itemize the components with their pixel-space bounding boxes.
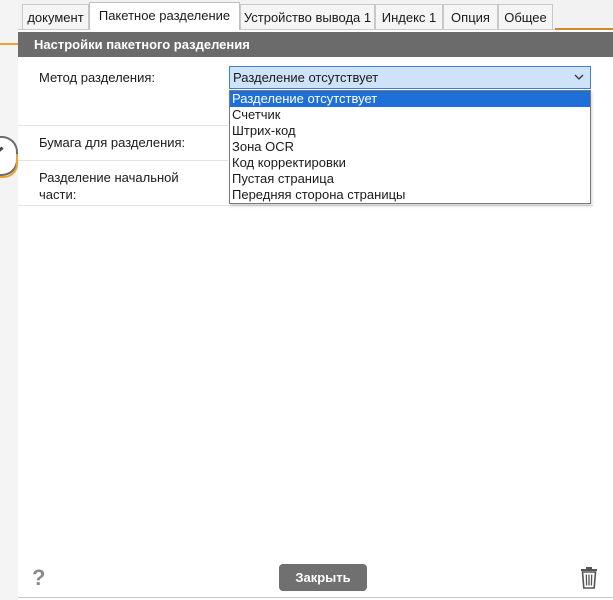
background-window-edge [0,0,19,600]
option-counter[interactable]: Счетчик [230,107,590,123]
batch-split-dialog: документ Пакетное разделение Устройство … [18,0,613,600]
row-divider [18,160,228,161]
chevron-down-icon [574,74,584,80]
row-divider [18,125,228,126]
front-split-label: Разделение начальной части: [39,170,179,202]
help-icon[interactable]: ? [32,565,45,591]
section-header: Настройки пакетного разделения [18,32,613,57]
option-no-split[interactable]: Разделение отсутствует [230,91,590,107]
row-divider [18,205,593,206]
split-paper-label: Бумага для разделения: [39,135,186,150]
tab-batch-split[interactable]: Пакетное разделение [89,2,240,30]
option-patch-code[interactable]: Код корректировки [230,155,590,171]
tab-general[interactable]: Общее [498,4,553,29]
option-ocr-zone[interactable]: Зона OCR [230,139,590,155]
split-method-label: Метод разделения: [39,70,156,85]
tab-index-1[interactable]: Индекс 1 [375,4,443,29]
tab-bar: документ Пакетное разделение Устройство … [18,0,613,30]
close-button[interactable]: Закрыть [279,564,367,591]
split-method-select[interactable]: Разделение отсутствует [229,66,591,89]
select-value: Разделение отсутствует [233,70,379,85]
dialog-bottom-border [18,597,613,598]
tab-option[interactable]: Опция [443,4,498,29]
trash-icon[interactable] [579,566,599,590]
accent-line [0,43,18,45]
option-blank-page[interactable]: Пустая страница [230,171,590,187]
tab-output-device-1[interactable]: Устройство вывода 1 [240,4,375,29]
split-method-dropdown: Разделение отсутствует Счетчик Штрих-код… [229,90,591,204]
tab-document[interactable]: документ [22,4,89,29]
tabbar-accent-line [555,28,613,30]
option-barcode[interactable]: Штрих-код [230,123,590,139]
option-front-side[interactable]: Передняя сторона страницы [230,187,590,203]
